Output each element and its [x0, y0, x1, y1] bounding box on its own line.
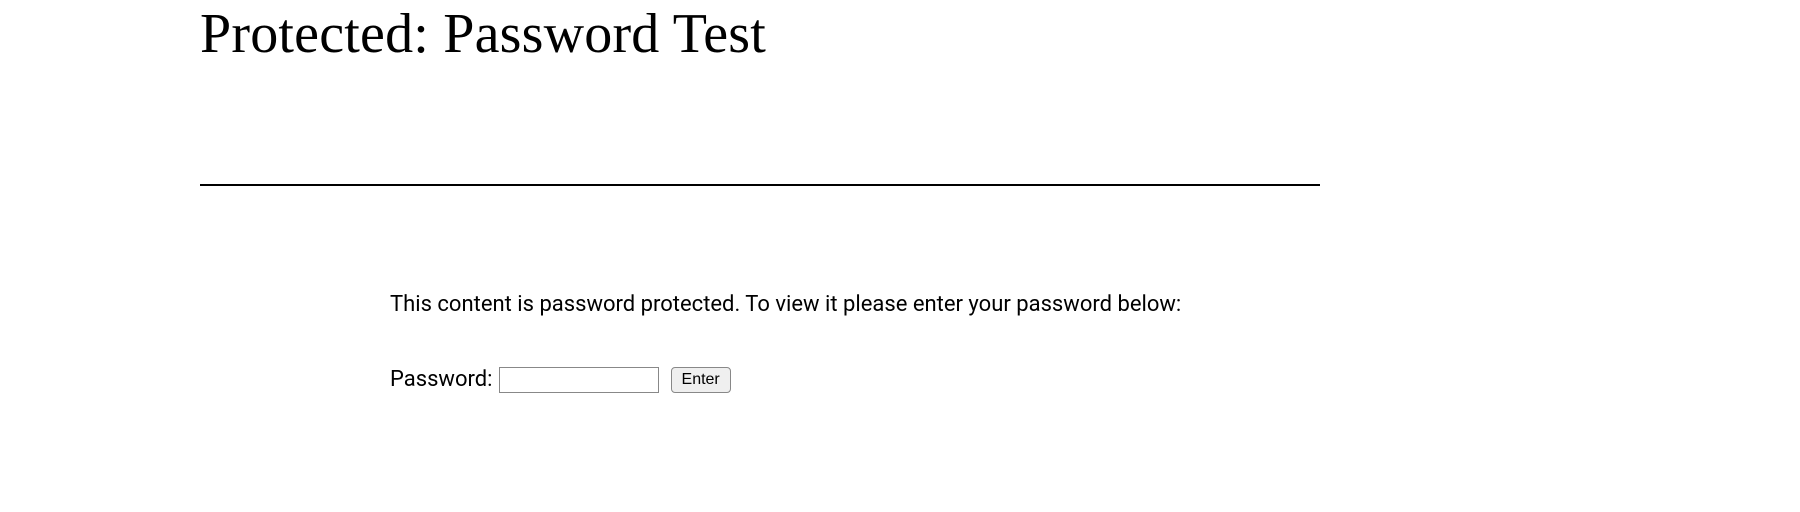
password-form: Password: Enter: [390, 367, 1600, 393]
page-title: Protected: Password Test: [200, 0, 1600, 66]
enter-button[interactable]: Enter: [671, 367, 731, 393]
password-label: Password:: [390, 367, 493, 392]
password-input[interactable]: [499, 367, 659, 393]
protection-message: This content is password protected. To v…: [390, 290, 1600, 321]
content-area: This content is password protected. To v…: [200, 186, 1600, 393]
